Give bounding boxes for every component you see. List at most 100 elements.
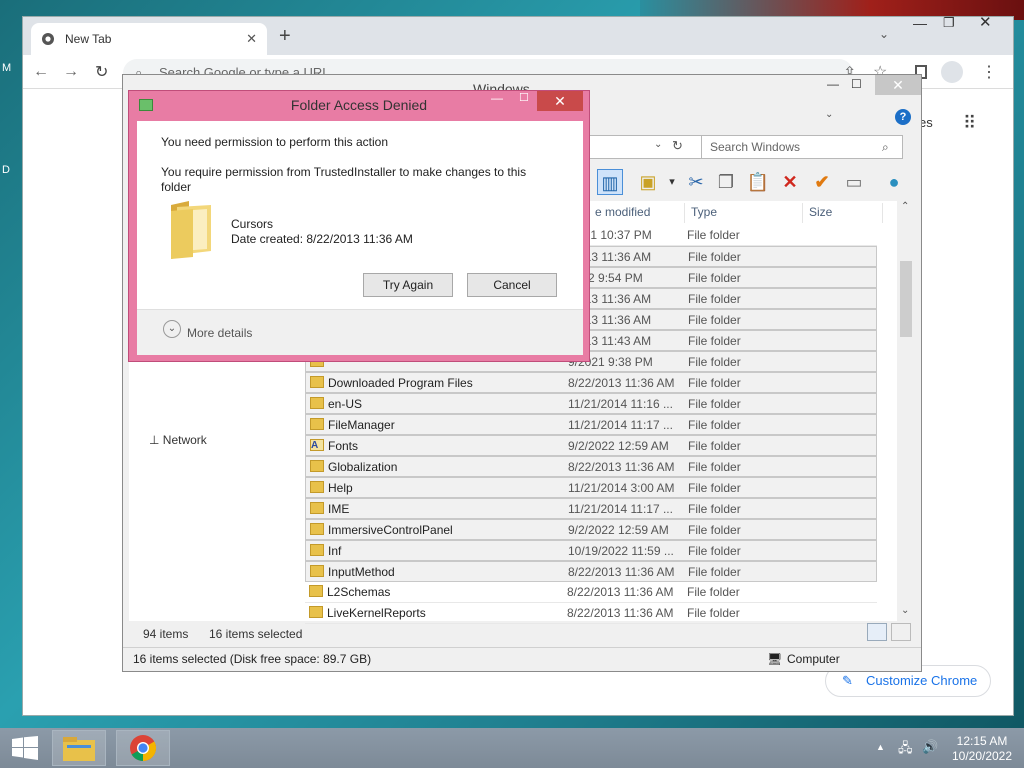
paste-icon[interactable]: 📋: [745, 169, 771, 195]
file-row[interactable]: L2Schemas 8/22/2013 11:36 AM File folder: [305, 582, 877, 603]
file-type: File folder: [687, 585, 740, 599]
refresh-icon[interactable]: ↻: [672, 138, 683, 154]
file-row[interactable]: ImmersiveControlPanel 9/2/2022 12:59 AM Fi…: [305, 519, 877, 540]
try-again-button[interactable]: Try Again: [363, 273, 453, 297]
desktop-edge-label-mid: D: [2, 164, 10, 176]
file-row[interactable]: Help 11/21/2014 3:00 AM File folder: [305, 477, 877, 498]
explorer-search-input[interactable]: Search Windows ⌕: [701, 135, 903, 159]
forward-arrow-icon[interactable]: →: [63, 63, 79, 81]
scroll-thumb[interactable]: [900, 261, 912, 337]
file-name: Inf: [328, 544, 342, 558]
file-row[interactable]: IME 11/21/2014 11:17 ... File folder: [305, 498, 877, 519]
permission-message: You need permission to perform this acti…: [161, 135, 389, 149]
preview-pane-icon[interactable]: ▥: [597, 169, 623, 195]
chrome-tab-new-tab[interactable]: New Tab ✕: [31, 23, 267, 55]
file-row[interactable]: FileManager 11/21/2014 11:17 ... File fold…: [305, 414, 877, 435]
taskbar-clock[interactable]: 12:15 AM 10/20/2022: [946, 734, 1018, 764]
file-row[interactable]: LiveKernelReports 8/22/2013 11:36 AM File …: [305, 603, 877, 624]
back-arrow-icon[interactable]: ←: [33, 63, 49, 81]
folder-large-icon: [167, 197, 215, 259]
check-icon[interactable]: ✔: [809, 169, 835, 195]
file-type: File folder: [688, 334, 741, 348]
properties-folder-icon[interactable]: ▣: [635, 169, 661, 195]
tab-search-chevron-icon[interactable]: ⌄: [879, 27, 889, 41]
folder-icon: [310, 544, 324, 556]
customize-label: Customize Chrome: [866, 673, 978, 688]
file-row[interactable]: Downloaded Program Files 8/22/2013 11:36 …: [305, 372, 877, 393]
scroll-down-icon[interactable]: ⌄: [901, 605, 909, 616]
file-type: File folder: [688, 292, 741, 306]
file-row[interactable]: A Fonts 9/2/2022 12:59 AM File folder: [305, 435, 877, 456]
more-details-link[interactable]: More details: [187, 326, 252, 340]
file-row[interactable]: Inf 10/19/2022 11:59 ... File folder: [305, 540, 877, 561]
clock-time: 12:15 AM: [956, 734, 1008, 748]
folder-icon: [310, 502, 324, 514]
folder-icon: [310, 397, 324, 409]
ribbon-expand-icon[interactable]: ⌄: [825, 109, 833, 120]
delete-icon[interactable]: ✕: [777, 169, 803, 195]
file-name: IME: [328, 502, 350, 516]
column-header-type[interactable]: Type: [685, 203, 803, 223]
properties-dropdown-icon[interactable]: ▾: [659, 169, 685, 195]
file-name: Downloaded Program Files: [328, 376, 473, 390]
file-date: 11/21/2014 11:17 ...: [568, 502, 673, 516]
large-icons-view-icon[interactable]: [891, 623, 911, 641]
nav-item-network[interactable]: ⊥ Network: [149, 433, 207, 447]
tray-expand-icon[interactable]: ▲: [876, 742, 885, 752]
file-type: File folder: [688, 439, 741, 453]
file-row[interactable]: en-US 11/21/2014 11:16 ... File folder: [305, 393, 877, 414]
explorer-statusbar: 16 items selected (Disk free space: 89.7…: [123, 647, 921, 671]
taskbar-chrome[interactable]: [116, 730, 170, 766]
new-tab-button[interactable]: +: [279, 25, 291, 48]
tab-title: New Tab: [65, 32, 112, 46]
details-view-icon[interactable]: [867, 623, 887, 641]
copy-icon[interactable]: ❐: [713, 169, 739, 195]
rename-icon[interactable]: ▭: [841, 169, 867, 195]
dialog-minimize-icon[interactable]: —: [491, 91, 503, 105]
file-row[interactable]: InputMethod 8/22/2013 11:36 AM File folder: [305, 561, 877, 582]
chrome-close-icon[interactable]: ✕: [979, 13, 992, 31]
file-date: 8/22/2013 11:36 AM: [568, 565, 675, 579]
column-header-size[interactable]: Size: [803, 203, 883, 223]
explorer-maximize-icon[interactable]: ☐: [851, 77, 862, 91]
dialog-maximize-icon[interactable]: ☐: [519, 91, 529, 104]
volume-icon[interactable]: 🔊: [922, 739, 938, 755]
globe-icon[interactable]: ●: [881, 169, 907, 195]
chevron-down-icon[interactable]: ⌄: [163, 320, 181, 338]
chrome-minimize-icon[interactable]: —: [913, 15, 927, 31]
clock-date: 10/20/2022: [951, 749, 1013, 763]
file-type: File folder: [688, 523, 741, 537]
cut-icon[interactable]: ✂: [683, 169, 709, 195]
scroll-up-icon[interactable]: ⌃: [901, 201, 909, 212]
selected-count: 16 items selected: [209, 627, 303, 641]
fonts-folder-icon: A: [310, 439, 324, 451]
chrome-maximize-icon[interactable]: ❐: [943, 15, 955, 31]
apps-grid-icon[interactable]: ⠿: [963, 113, 976, 134]
desktop-edge-label-top: M: [2, 62, 12, 74]
network-tray-icon[interactable]: 🖧: [898, 739, 913, 761]
profile-avatar[interactable]: [941, 61, 963, 83]
taskbar: ▲ 🖧 🔊 12:15 AM 10/20/2022: [0, 728, 1024, 768]
status-location-text: Computer: [787, 652, 840, 666]
explorer-minimize-icon[interactable]: —: [827, 77, 839, 91]
file-type: File folder: [688, 271, 741, 285]
dialog-body: You need permission to perform this acti…: [137, 121, 583, 355]
cancel-button[interactable]: Cancel: [467, 273, 557, 297]
file-row[interactable]: Globalization 8/22/2013 11:36 AM File fold…: [305, 456, 877, 477]
vertical-scrollbar[interactable]: ⌃ ⌄: [897, 201, 915, 621]
start-windows-icon[interactable]: [12, 736, 38, 760]
taskbar-file-explorer[interactable]: [52, 730, 106, 766]
address-dropdown-icon[interactable]: ⌄: [654, 139, 662, 150]
explorer-close-icon[interactable]: ✕: [875, 75, 921, 95]
chrome-menu-icon[interactable]: ⋮: [981, 62, 997, 82]
dialog-close-icon[interactable]: ✕: [537, 91, 583, 111]
reload-icon[interactable]: ↻: [95, 62, 108, 82]
network-icon: ⊥: [149, 433, 160, 447]
file-type: File folder: [688, 418, 741, 432]
folder-icon: [310, 460, 324, 472]
chrome-tabstrip: New Tab ✕ + ⌄ — ❐ ✕: [23, 14, 1013, 55]
file-type: File folder: [688, 544, 741, 558]
help-icon[interactable]: ?: [895, 109, 911, 125]
close-tab-icon[interactable]: ✕: [246, 31, 257, 47]
column-header-date[interactable]: e modified: [589, 203, 685, 223]
